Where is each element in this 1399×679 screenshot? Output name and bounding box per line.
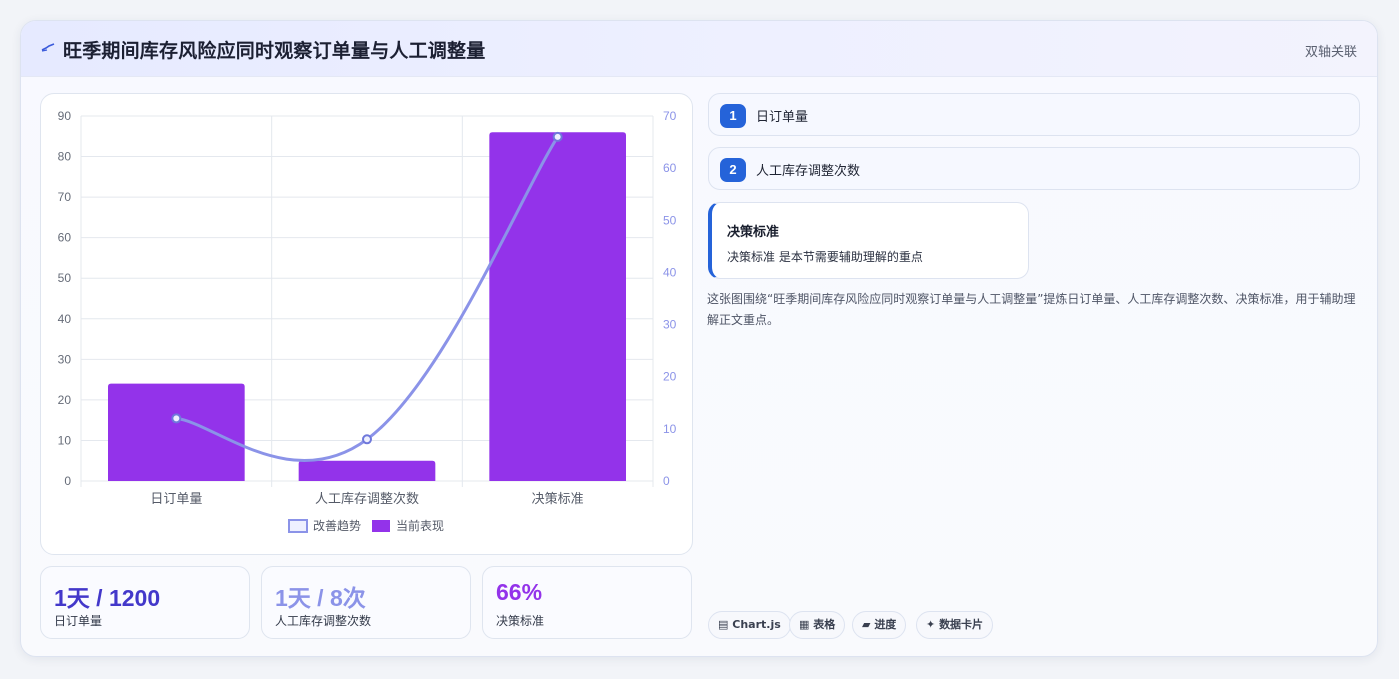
y-tick-label: 30	[58, 352, 72, 366]
y2-tick-label: 0	[663, 474, 670, 488]
step-number: 1	[720, 104, 746, 128]
chip-progress[interactable]: ▰ 进度	[852, 611, 907, 639]
legend-swatch-bar	[372, 520, 390, 532]
stat-card-adjustments: 1天 / 8次 人工库存调整次数	[261, 566, 471, 639]
y-tick-label: 10	[58, 433, 72, 447]
chip-label: 表格	[813, 618, 836, 631]
side-item-label: 人工库存调整次数	[756, 164, 861, 179]
chip-label: Chart.js	[732, 618, 781, 631]
y-tick-label: 40	[58, 312, 72, 326]
chart-icon: ▤	[718, 618, 729, 631]
x-tick-label: 决策标准	[532, 491, 584, 507]
decision-title: 决策标准	[727, 225, 780, 240]
step-number: 2	[720, 158, 746, 182]
chip-table[interactable]: ▦ 表格	[789, 611, 846, 639]
y-tick-label: 80	[58, 150, 72, 164]
y2-tick-label: 10	[663, 422, 677, 436]
card-header: 旺季期间库存风险应同时观察订单量与人工调整量 双轴关联	[21, 21, 1377, 77]
pulse-icon	[41, 43, 55, 52]
header-tag: 双轴关联	[1304, 45, 1357, 60]
chart-panel: 0 10 20 30 40 50 60 70 80 90 0 10 20 30 40 50 60 70 日订单量 人工…	[40, 93, 693, 555]
decision-text: 决策标准 是本节需要辅助理解的重点	[727, 250, 923, 264]
chip-data-card[interactable]: ✦ 数据卡片	[916, 611, 994, 639]
y2-tick-label: 20	[663, 370, 677, 384]
y-tick-label: 90	[58, 109, 72, 123]
side-item-adjustments[interactable]: 2 人工库存调整次数	[708, 147, 1360, 190]
y-tick-label: 20	[58, 393, 72, 407]
chip-label: 数据卡片	[939, 618, 984, 631]
y-tick-label: 60	[58, 231, 72, 245]
x-tick-label: 人工库存调整次数	[315, 491, 419, 507]
summary-text: 这张图围绕“旺季期间库存风险应同时观察订单量与人工调整量”提炼日订单量、人工库存…	[707, 292, 1356, 327]
stat-value: 1天 / 1200	[54, 585, 161, 611]
y-tick-label: 70	[58, 190, 72, 204]
decision-card: 决策标准 决策标准 是本节需要辅助理解的重点	[708, 202, 1029, 279]
side-item-label: 日订单量	[756, 110, 809, 125]
bar-0	[108, 383, 245, 481]
chip-chartjs[interactable]: ▤ Chart.js	[708, 611, 791, 639]
legend-swatch-line	[288, 519, 308, 533]
legend-label: 改善趋势	[313, 518, 361, 533]
stat-value: 1天 / 8次	[275, 585, 366, 611]
chart-svg: 0 10 20 30 40 50 60 70 80 90 0 10 20 30 40 50 60 70 日订单量 人工…	[58, 109, 677, 533]
y2-tick-label: 50	[663, 213, 677, 227]
y2-tick-label: 30	[663, 318, 677, 332]
stat-label: 决策标准	[496, 614, 545, 628]
stat-card-orders: 1天 / 1200 日订单量	[40, 566, 250, 639]
stat-label: 人工库存调整次数	[275, 614, 372, 628]
stat-card-decision: 66% 决策标准	[482, 566, 692, 639]
main-card: 旺季期间库存风险应同时观察订单量与人工调整量 双轴关联 0 10 20 30 40 50 6…	[20, 20, 1378, 657]
stat-label: 日订单量	[54, 614, 103, 628]
legend-label: 当前表现	[396, 518, 444, 533]
trend-point-0	[171, 413, 182, 424]
table-icon: ▦	[799, 618, 810, 631]
stat-value: 66%	[496, 579, 543, 605]
y2-tick-label: 70	[663, 109, 677, 123]
card-icon: ✦	[926, 618, 936, 631]
side-item-orders[interactable]: 1 日订单量	[708, 93, 1360, 136]
chip-label: 进度	[874, 618, 897, 631]
x-tick-label: 日订单量	[150, 492, 202, 507]
bar-2	[489, 132, 626, 481]
progress-icon: ▰	[862, 618, 871, 631]
bar-1	[298, 460, 436, 481]
page-title: 旺季期间库存风险应同时观察订单量与人工调整量	[63, 40, 486, 62]
trend-point-2	[552, 131, 563, 142]
trend-point-1	[362, 434, 372, 445]
y-tick-label: 0	[64, 474, 71, 488]
y2-tick-label: 40	[663, 265, 677, 279]
y2-tick-label: 60	[663, 161, 677, 175]
y-tick-label: 50	[58, 271, 72, 285]
